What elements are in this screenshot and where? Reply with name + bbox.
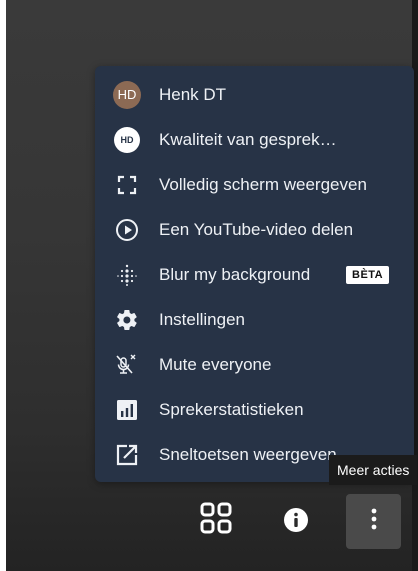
menu-item-label: Mute everyone — [159, 354, 272, 374]
menu-item-settings[interactable]: Instellingen — [95, 297, 414, 342]
menu-item-label: Sprekerstatistieken — [159, 399, 304, 419]
menu-item-blur-background[interactable]: Blur my background BÈTA — [95, 252, 414, 297]
menu-item-mute-everyone[interactable]: Mute everyone — [95, 342, 414, 387]
hd-quality-icon: HD — [112, 125, 142, 155]
tile-view-button[interactable] — [196, 500, 236, 540]
menu-item-label: Kwaliteit van gesprek… — [159, 129, 337, 149]
more-actions-menu: HD Henk DT HD Kwaliteit van gesprek… Vol… — [95, 66, 414, 482]
menu-item-label: Henk DT — [159, 84, 227, 104]
menu-item-share-youtube[interactable]: Een YouTube-video delen — [95, 207, 414, 252]
info-button[interactable] — [276, 502, 316, 542]
call-stage: HD Henk DT HD Kwaliteit van gesprek… Vol… — [6, 0, 418, 571]
beta-badge: BÈTA — [346, 265, 390, 284]
bar-chart-icon — [112, 395, 142, 425]
mute-everyone-icon — [112, 350, 142, 380]
blur-dots-icon — [112, 260, 142, 290]
grid-icon — [199, 501, 233, 540]
more-actions-tooltip: Meer acties — [329, 455, 418, 485]
more-actions-button[interactable] — [346, 494, 401, 549]
menu-item-label: Instellingen — [159, 309, 246, 329]
open-external-icon — [112, 440, 142, 470]
menu-item-fullscreen[interactable]: Volledig scherm weergeven — [95, 162, 414, 207]
avatar: HD — [113, 80, 141, 109]
menu-item-speaker-stats[interactable]: Sprekerstatistieken — [95, 387, 414, 432]
menu-item-label: Een YouTube-video delen — [159, 219, 354, 239]
info-icon — [283, 507, 309, 538]
menu-item-label: Sneltoetsen weergeven — [159, 444, 337, 464]
avatar-photo-icon: HD — [112, 80, 142, 110]
menu-item-call-quality[interactable]: HD Kwaliteit van gesprek… — [95, 117, 414, 162]
menu-item-label: Volledig scherm weergeven — [159, 174, 367, 194]
hd-badge: HD — [114, 126, 140, 153]
menu-item-label: Blur my background — [159, 264, 311, 284]
vertical-dots-icon — [370, 508, 378, 535]
menu-item-profile[interactable]: HD Henk DT — [95, 72, 414, 117]
fullscreen-icon — [112, 170, 142, 200]
gear-icon — [112, 305, 142, 335]
play-circle-icon — [112, 215, 142, 245]
